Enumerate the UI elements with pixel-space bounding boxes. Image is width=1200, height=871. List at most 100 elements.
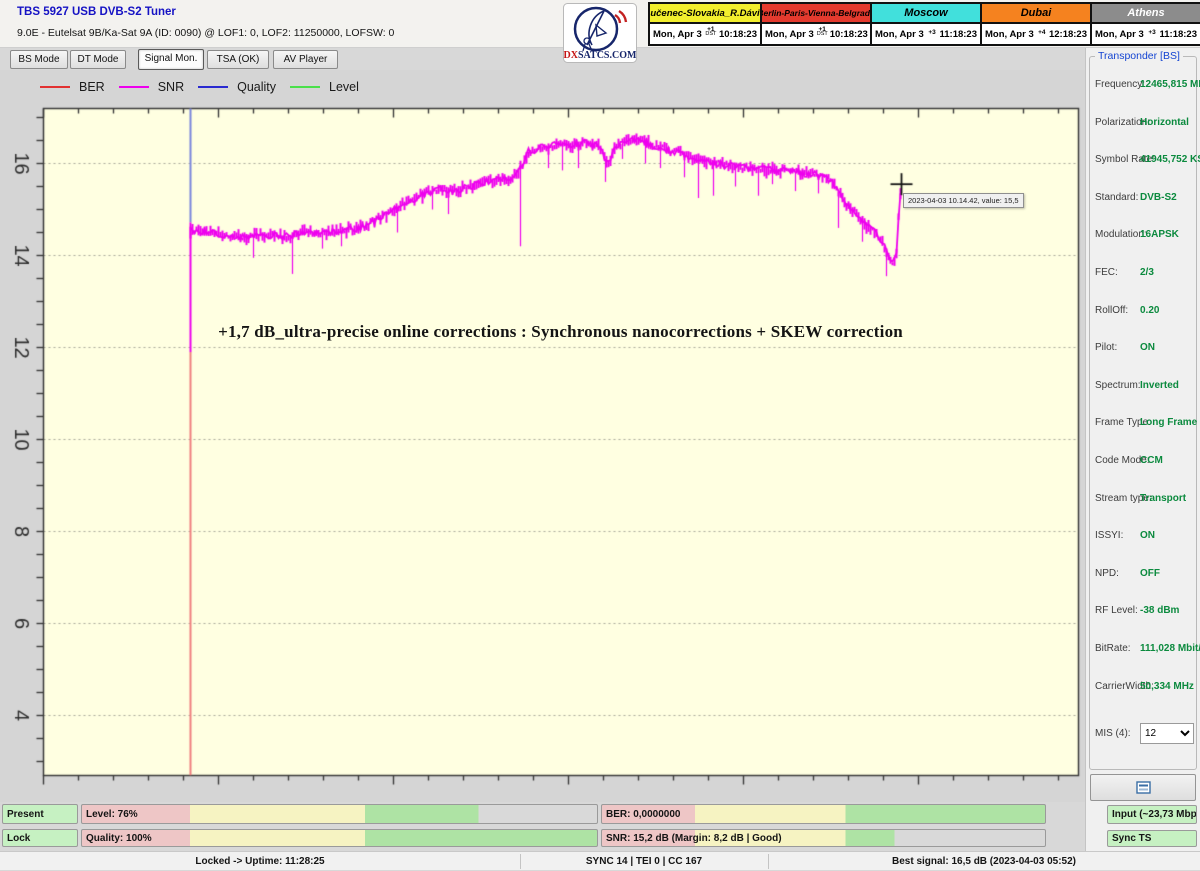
transponder-row-standard: Standard:DVB-S2 [1090, 192, 1198, 206]
ts-list-icon [1136, 781, 1151, 794]
legend-label: BER [79, 80, 105, 94]
mis-row: MIS (4): 12 [1090, 723, 1198, 745]
legend-item-snr: SNR [119, 80, 184, 94]
transponder-label: Frequency: [1095, 79, 1145, 90]
ber-progressbar: BER: 0,0000000 [601, 804, 1046, 824]
transponder-value: 12465,815 MHz [1140, 79, 1200, 90]
transponder-row-pilot: Pilot:ON [1090, 342, 1198, 356]
transponder-label: Spectrum: [1095, 380, 1141, 391]
dxsatcs-logo: DXSATCS.COM [563, 3, 637, 63]
transponder-label: Modulation: [1095, 229, 1147, 240]
legend-label: Level [329, 80, 359, 94]
transponder-value: Horizontal [1140, 117, 1189, 128]
clock-city-label: Berlin-Paris-Vienna-Belgrade [762, 4, 870, 24]
transponder-sidebar: Transponder [BS] Frequency:12465,815 MHz… [1085, 48, 1200, 851]
transponder-row-symbol-rate: Symbol Rate:41945,752 KS/s [1090, 154, 1198, 168]
transponder-row-rf-level: RF Level:-38 dBm [1090, 605, 1198, 619]
status-uptime: Locked -> Uptime: 11:28:25 [0, 852, 520, 871]
transponder-row-frequency: Frequency:12465,815 MHz [1090, 79, 1198, 93]
clock-time: Mon, Apr 3+311:18:23 [872, 24, 980, 44]
transponder-label: ISSYI: [1095, 530, 1123, 541]
transponder-label: Standard: [1095, 192, 1138, 203]
logo-text-rest: SATCS.COM [578, 50, 637, 61]
transponder-row-npd: NPD:OFF [1090, 568, 1198, 582]
transponder-label: RollOff: [1095, 305, 1128, 316]
sync-ts-indicator: Sync TS [1107, 830, 1197, 847]
transponder-row-rolloff: RollOff: 0.20 [1090, 305, 1198, 319]
transponder-value: DVB-S2 [1140, 192, 1177, 203]
clock-time: Mon, Apr 3+412:18:23 [982, 24, 1090, 44]
mis-label: MIS (4): [1095, 728, 1131, 739]
input-indicator: Input (~23,73 Mbps) [1107, 805, 1197, 824]
clock-column: AthensMon, Apr 3+311:18:23 [1090, 4, 1200, 44]
snr-chart-canvas[interactable] [0, 70, 1085, 802]
clock-city-label: Athens [1092, 4, 1200, 24]
transponder-row-spectrum: Spectrum:Inverted [1090, 380, 1198, 394]
quality-progressbar: Quality: 100% [81, 829, 598, 847]
status-sync: SYNC 14 | TEI 0 | CC 167 [520, 852, 768, 871]
chart-legend: BER SNR Quality Level [40, 80, 359, 94]
mode-tabs: BS ModeDT Mode Signal Mon.TSA (OK)AV Play… [0, 48, 1085, 70]
svg-text:DXSATCS.COM: DXSATCS.COM [564, 50, 637, 61]
legend-line-level [290, 86, 320, 88]
transponder-label: BitRate: [1095, 643, 1131, 654]
transponder-groupbox: Transponder [BS] Frequency:12465,815 MHz… [1089, 56, 1197, 770]
tab-dt-mode[interactable]: DT Mode [70, 50, 126, 69]
app-title: TBS 5927 USB DVB-S2 Tuner [17, 6, 176, 18]
legend-label: SNR [158, 80, 184, 94]
tab-bs-mode[interactable]: BS Mode [10, 50, 68, 69]
transponder-value: Inverted [1140, 380, 1179, 391]
status-best-signal: Best signal: 16,5 dB (2023-04-03 05:52) [768, 852, 1200, 871]
legend-line-ber [40, 86, 70, 88]
transponder-group-title: Transponder [BS] [1095, 50, 1183, 62]
legend-item-ber: BER [40, 80, 105, 94]
clock-time: Mon, Apr 3+311:18:23 [1092, 24, 1200, 44]
transponder-row-code-mode: Code Mode:CCM [1090, 455, 1198, 469]
tab-tsa-ok-[interactable]: TSA (OK) [207, 50, 269, 69]
mis-select[interactable]: 12 [1140, 723, 1194, 744]
transponder-value: Long Frame [1140, 417, 1197, 428]
present-indicator: Present [2, 804, 78, 824]
transponder-label: RF Level: [1095, 605, 1138, 616]
logo-text-dx: DX [564, 50, 579, 61]
transponder-value: 16APSK [1140, 229, 1179, 240]
tab-signal-mon-[interactable]: Signal Mon. [138, 49, 204, 70]
chart-annotation: +1,7 dB_ultra-precise online corrections… [43, 322, 1078, 342]
world-clocks: Lučenec-Slovakia_R.DávidMon, Apr 3+1DST1… [648, 2, 1200, 46]
transponder-value: CCM [1140, 455, 1163, 466]
legend-item-quality: Quality [198, 80, 276, 94]
lock-indicator: Lock [2, 829, 78, 847]
tab-av-player[interactable]: AV Player [273, 50, 338, 69]
snr-progressbar: SNR: 15,2 dB (Margin: 8,2 dB | Good) [601, 829, 1046, 847]
signal-monitor-chart: BER SNR Quality Level +1,7 dB_ultra-precise… [0, 70, 1085, 802]
transponder-value: 50,334 MHz [1140, 681, 1194, 692]
transponder-value: ON [1140, 342, 1155, 353]
clock-city-label: Lučenec-Slovakia_R.Dávid [650, 4, 760, 24]
clock-column: MoscowMon, Apr 3+311:18:23 [870, 4, 980, 44]
transponder-value: ON [1140, 530, 1155, 541]
ts-list-button[interactable] [1090, 774, 1196, 801]
transponder-row-polarization: Polarization:Horizontal [1090, 117, 1198, 131]
transponder-row-stream-type: Stream type:Transport [1090, 493, 1198, 507]
legend-item-level: Level [290, 80, 359, 94]
tuner-subtitle: 9.0E - Eutelsat 9B/Ka-Sat 9A (ID: 0090) … [17, 27, 394, 39]
transponder-row-frame-type: Frame Type:Long Frame [1090, 417, 1198, 431]
clock-city-label: Moscow [872, 4, 980, 24]
transponder-value: Transport [1140, 493, 1186, 504]
transponder-label: FEC: [1095, 267, 1118, 278]
status-bar: Locked -> Uptime: 11:28:25 SYNC 14 | TEI… [0, 851, 1200, 870]
legend-label: Quality [237, 80, 276, 94]
clock-city-label: Dubai [982, 4, 1090, 24]
transponder-value: OFF [1140, 568, 1160, 579]
transponder-row-modulation: Modulation:16APSK [1090, 229, 1198, 243]
transponder-value: 0.20 [1140, 305, 1159, 316]
clock-column: Berlin-Paris-Vienna-BelgradeMon, Apr 3+1… [760, 4, 870, 44]
transponder-value: 111,028 Mbit/s [1140, 643, 1200, 654]
transponder-row-fec: FEC: 2/3 [1090, 267, 1198, 281]
legend-line-snr [119, 86, 149, 88]
transponder-value: 2/3 [1140, 267, 1154, 278]
transponder-value: 41945,752 KS/s [1140, 154, 1200, 165]
level-progressbar: Level: 76% [81, 804, 598, 824]
transponder-row-bitrate: BitRate: 111,028 Mbit/s [1090, 643, 1198, 657]
legend-line-quality [198, 86, 228, 88]
